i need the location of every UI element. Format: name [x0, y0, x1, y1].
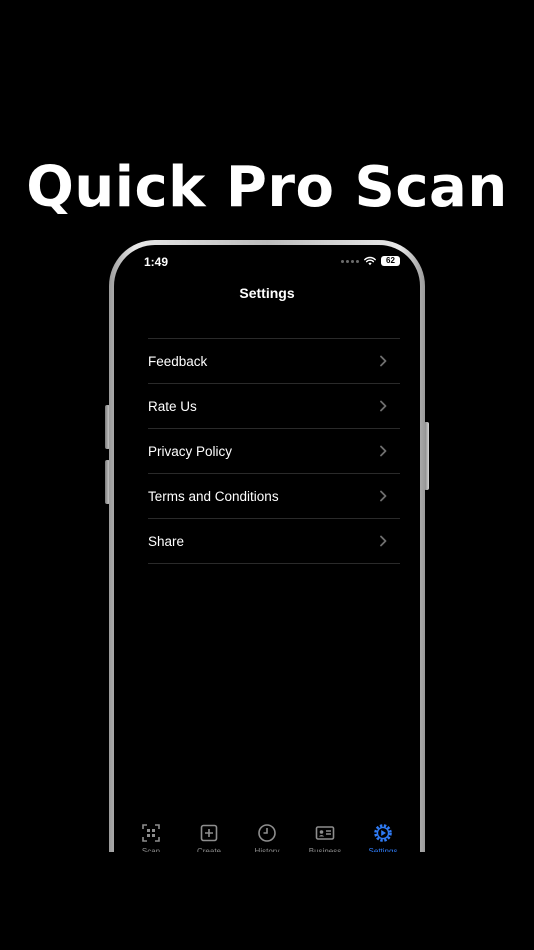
- chevron-right-icon: [380, 445, 387, 457]
- battery-indicator: 62: [381, 256, 400, 266]
- wifi-icon: [364, 256, 376, 266]
- page-title: Settings: [239, 285, 295, 301]
- chevron-right-icon: [380, 355, 387, 367]
- cellular-signal-icon: [341, 259, 359, 263]
- settings-row-label: Share: [148, 533, 185, 549]
- clock-icon: [258, 824, 276, 842]
- settings-row-label: Privacy Policy: [148, 443, 233, 459]
- settings-list: Feedback Rate Us Privacy Policy Terms an…: [148, 338, 400, 564]
- settings-row-label: Rate Us: [148, 398, 197, 414]
- phone-screen: 1:49 62 Settings Feedback Rate Us Privac…: [114, 245, 420, 950]
- settings-row-share[interactable]: Share: [148, 519, 400, 564]
- status-indicators: 62: [341, 256, 400, 266]
- chevron-right-icon: [380, 400, 387, 412]
- qr-scan-icon: [142, 824, 160, 842]
- promo-headline: Quick Pro Scan: [26, 155, 508, 220]
- plus-square-icon: [200, 824, 218, 842]
- promo-screenshot: Quick Pro Scan 1:49 62 Settings Feedback: [0, 0, 534, 950]
- status-time: 1:49: [144, 255, 169, 269]
- chevron-right-icon: [380, 535, 387, 547]
- gear-icon: [374, 824, 392, 842]
- settings-row-label: Terms and Conditions: [148, 488, 279, 504]
- settings-row-privacy-policy[interactable]: Privacy Policy: [148, 429, 400, 474]
- settings-row-rate-us[interactable]: Rate Us: [148, 384, 400, 429]
- bottom-crop-band: [0, 852, 534, 950]
- settings-row-feedback[interactable]: Feedback: [148, 339, 400, 384]
- id-card-icon: [315, 826, 335, 840]
- chevron-right-icon: [380, 490, 387, 502]
- settings-row-label: Feedback: [148, 353, 208, 369]
- settings-row-terms-and-conditions[interactable]: Terms and Conditions: [148, 474, 400, 519]
